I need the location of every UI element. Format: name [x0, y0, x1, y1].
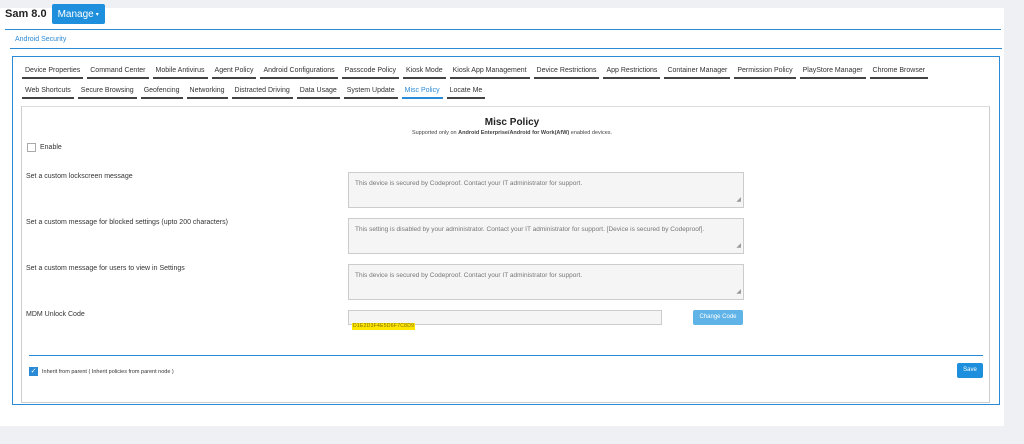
tab-locate-me[interactable]: Locate Me [446, 86, 486, 99]
tab-web-shortcuts[interactable]: Web Shortcuts [22, 86, 74, 99]
tab-distracted-driving[interactable]: Distracted Driving [231, 86, 293, 99]
subtitle-suffix: enabled devices. [569, 130, 613, 136]
tab-app-restrictions[interactable]: App Restrictions [603, 66, 661, 79]
settings-message-label: Set a custom message for users to view i… [26, 265, 185, 272]
resize-handle-icon[interactable]: ◢ [736, 241, 741, 251]
policy-title: Misc Policy [484, 117, 540, 128]
chevron-down-icon: ▾ [95, 11, 99, 18]
tab-secure-browsing[interactable]: Secure Browsing [77, 86, 137, 99]
tab-row-2: Web Shortcuts Secure Browsing Geofencing Ne… [22, 86, 489, 99]
tab-permission-policy[interactable]: Permission Policy [734, 66, 796, 79]
app-title: Sam 8.0 [5, 8, 47, 20]
tab-networking[interactable]: Networking [186, 86, 228, 99]
tab-agent-policy[interactable]: Agent Policy [211, 66, 257, 79]
tab-device-properties[interactable]: Device Properties [22, 66, 84, 79]
tab-container-manager[interactable]: Container Manager [664, 66, 731, 79]
resize-handle-icon[interactable]: ◢ [736, 195, 741, 205]
policy-panel [21, 106, 990, 403]
subtitle-prefix: Supported only on [411, 130, 459, 136]
subtitle-bold: Android Enterprise/Android for Work(AfW) [458, 130, 570, 136]
manage-label: Manage [57, 8, 94, 20]
lockscreen-message-textarea[interactable]: This device is secured by Codeproof. Con… [348, 172, 744, 208]
tab-row-1: Device Properties Command Center Mobile An… [22, 66, 932, 79]
tab-chrome-browser[interactable]: Chrome Browser [869, 66, 929, 79]
resize-handle-icon[interactable]: ◢ [736, 287, 741, 297]
checkmark-icon: ✓ [30, 368, 37, 375]
tab-playstore-manager[interactable]: PlayStore Manager [799, 66, 866, 79]
change-code-button[interactable]: Change Code [693, 310, 743, 325]
tab-misc-policy[interactable]: Misc Policy [401, 86, 443, 99]
inherit-row: ✓ Inherit from parent ( Inherit policies… [29, 367, 174, 376]
top-bar: Sam 8.0 Manage ▾ [5, 4, 105, 24]
enable-label: Enable [40, 144, 62, 151]
save-button[interactable]: Save [957, 363, 983, 378]
policy-subtitle: Supported only on Android Enterprise/And… [0, 130, 1024, 136]
tab-kiosk-app-management[interactable]: Kiosk App Management [449, 66, 530, 79]
header-divider [5, 29, 1001, 30]
lockscreen-label: Set a custom lockscreen message [26, 173, 133, 180]
outer-tab-divider [10, 48, 1002, 49]
blocked-settings-text: This setting is disabled by your adminis… [355, 226, 705, 233]
tab-kiosk-mode[interactable]: Kiosk Mode [403, 66, 446, 79]
enable-row: Enable [27, 143, 62, 152]
blocked-settings-textarea[interactable]: This setting is disabled by your adminis… [348, 218, 744, 254]
mdm-unlock-label: MDM Unlock Code [26, 311, 85, 318]
settings-message-textarea[interactable]: This device is secured by Codeproof. Con… [348, 264, 744, 300]
footer-divider [29, 355, 983, 356]
tab-command-center[interactable]: Command Center [87, 66, 149, 79]
tab-mobile-antivirus[interactable]: Mobile Antivirus [152, 66, 208, 79]
mdm-unlock-code-value: D1E2D3F4E5D6F7C8D9 [352, 323, 416, 330]
settings-message-text: This device is secured by Codeproof. Con… [355, 272, 583, 279]
enable-checkbox[interactable] [27, 143, 36, 152]
manage-dropdown-button[interactable]: Manage ▾ [51, 4, 105, 24]
tab-android-security[interactable]: Android Security [15, 36, 66, 43]
lockscreen-message-text: This device is secured by Codeproof. Con… [355, 180, 583, 187]
inherit-label: Inherit from parent ( Inherit policies f… [42, 368, 174, 375]
tab-geofencing[interactable]: Geofencing [140, 86, 183, 99]
blocked-settings-label: Set a custom message for blocked setting… [26, 219, 228, 226]
tab-android-configurations[interactable]: Android Configurations [260, 66, 338, 79]
inherit-checkbox[interactable]: ✓ [29, 367, 38, 376]
mdm-unlock-code-field[interactable]: D1E2D3F4E5D6F7C8D9 [348, 310, 662, 330]
tab-passcode-policy[interactable]: Passcode Policy [341, 66, 400, 79]
tab-data-usage[interactable]: Data Usage [296, 86, 340, 99]
tab-device-restrictions[interactable]: Device Restrictions [533, 66, 600, 79]
tab-system-update[interactable]: System Update [343, 86, 398, 99]
